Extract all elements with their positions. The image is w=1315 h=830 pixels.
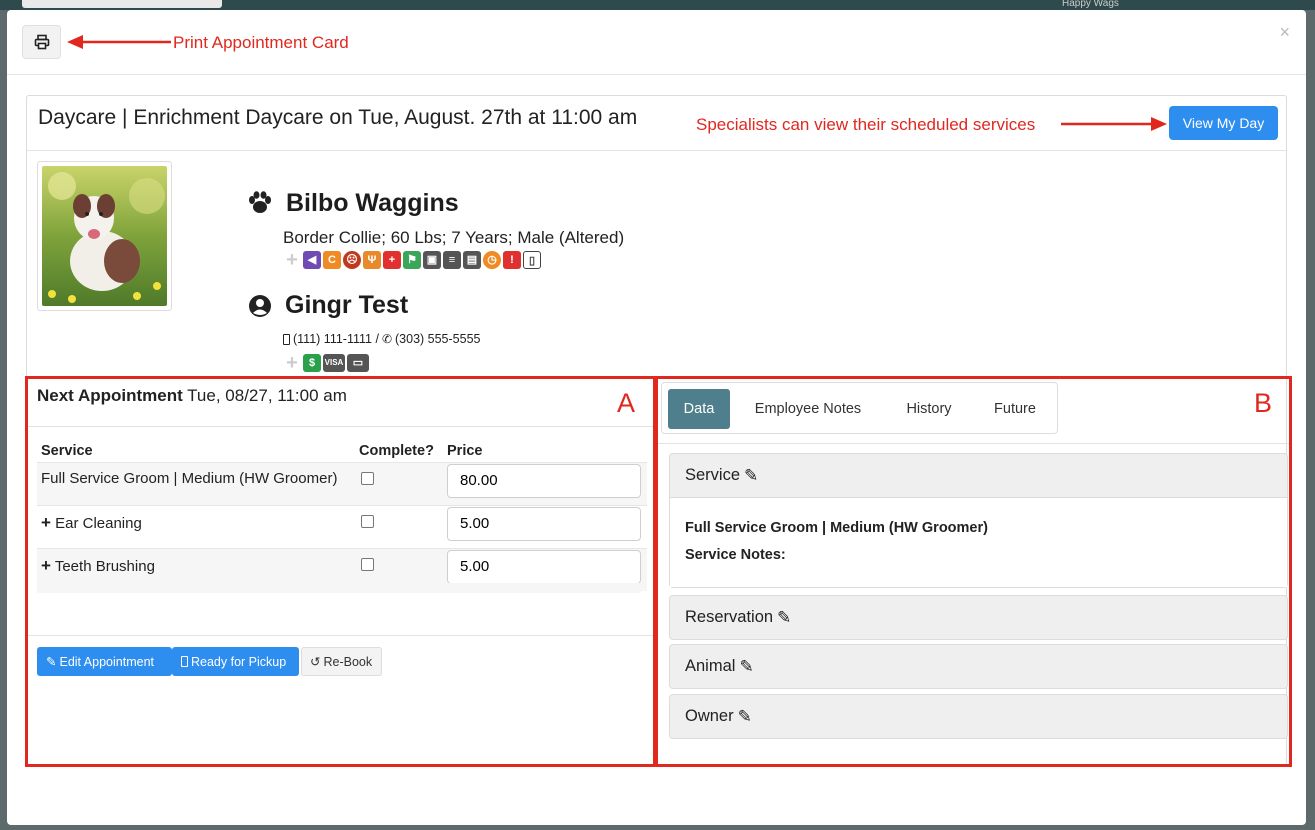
dog-photo-image [42,166,167,306]
backpack-icon: ▤ [463,251,481,269]
specialist-annotation: Specialists can view their scheduled ser… [696,115,1036,134]
annotation-arrow-print [67,35,171,49]
clipboard-icon: ▯ [523,251,541,269]
speaker-icon: ◀ [303,251,321,269]
owner-phones: (111) 111-1111 / ✆ (303) 555-5555 [283,332,480,346]
annotation-arrow-view-day [1061,117,1167,131]
dollar-icon: $ [303,354,321,372]
plus-icon[interactable]: + [283,353,301,373]
annotation-letter-b: B [1254,388,1273,418]
card-header: Daycare | Enrichment Daycare on Tue, Aug… [27,96,1286,151]
cat-icon: C [323,251,341,269]
annotation-box-a [25,376,656,767]
utensils-icon: Ψ [363,251,381,269]
flag-icon: ⚑ [403,251,421,269]
visa-card-icon: VISA [323,354,345,372]
alert-icon: ! [503,251,521,269]
first-aid-icon: + [383,251,401,269]
pet-details: Border Collie; 60 Lbs; 7 Years; Male (Al… [283,228,625,247]
pet-name[interactable]: Bilbo Waggins [286,189,459,218]
modal-divider [7,74,1306,75]
print-annotation: Print Appointment Card [173,33,349,52]
plus-icon[interactable]: + [283,250,301,270]
image-icon: ▣ [423,251,441,269]
printer-icon [34,34,49,50]
search-input[interactable]: Search... [22,0,222,8]
owner-name[interactable]: Gingr Test [285,291,408,320]
owner-phone-2: (303) 555-5555 [395,332,481,346]
annotation-letter-a: A [617,388,636,418]
print-button[interactable] [22,25,61,59]
pet-photo[interactable] [37,161,172,311]
mobile-phone-icon [283,333,290,345]
user-circle-icon [249,295,271,317]
phone-icon: ✆ [381,332,392,346]
annotation-box-b [655,376,1292,767]
close-icon[interactable]: × [1279,22,1290,43]
pet-icon-row: + ◀ C ☹ Ψ + ⚑ ▣ ≡ ▤ ◷ ! ▯ [283,250,541,270]
appointment-title: Daycare | Enrichment Daycare on Tue, Aug… [38,106,638,129]
owner-icon-row: + $ VISA ▭ [283,353,369,373]
appointment-modal: × Print Appointment Card Daycare | Enric… [7,10,1306,825]
paw-icon [249,191,271,213]
ticket-icon: ▭ [347,354,369,372]
account-name: Happy Wags [1062,0,1119,9]
clock-icon: ◷ [483,251,501,269]
id-card-icon: ≡ [443,251,461,269]
angry-face-icon: ☹ [343,251,361,269]
owner-phone-1: (111) 111-1111 / [293,332,379,346]
view-my-day-button[interactable]: View My Day [1169,106,1278,140]
